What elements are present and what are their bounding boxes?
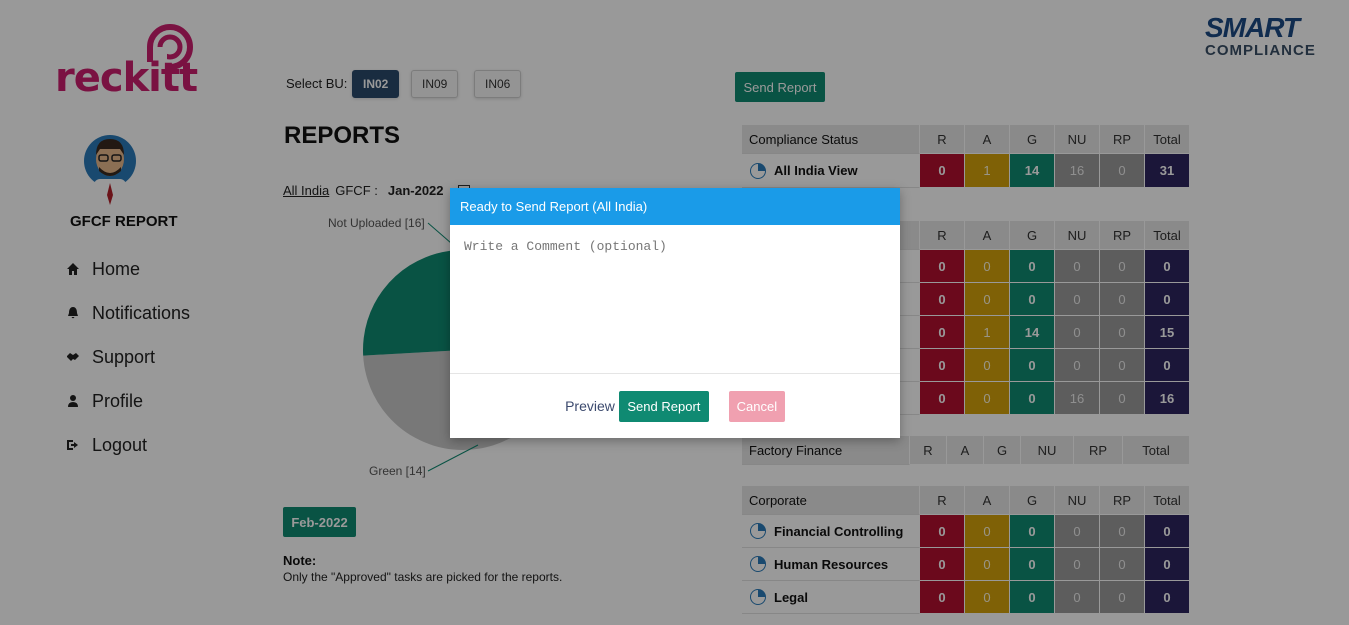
dialog-title: Ready to Send Report (All India) bbox=[450, 188, 900, 225]
comment-input[interactable] bbox=[450, 225, 900, 374]
preview-link[interactable]: Preview bbox=[565, 398, 615, 414]
dialog-cancel-button[interactable]: Cancel bbox=[728, 390, 785, 422]
dialog-send-report-button[interactable]: Send Report bbox=[618, 390, 709, 422]
dialog-footer: Preview Send Report Cancel bbox=[450, 374, 900, 438]
send-report-dialog: Ready to Send Report (All India) Preview… bbox=[450, 188, 900, 438]
